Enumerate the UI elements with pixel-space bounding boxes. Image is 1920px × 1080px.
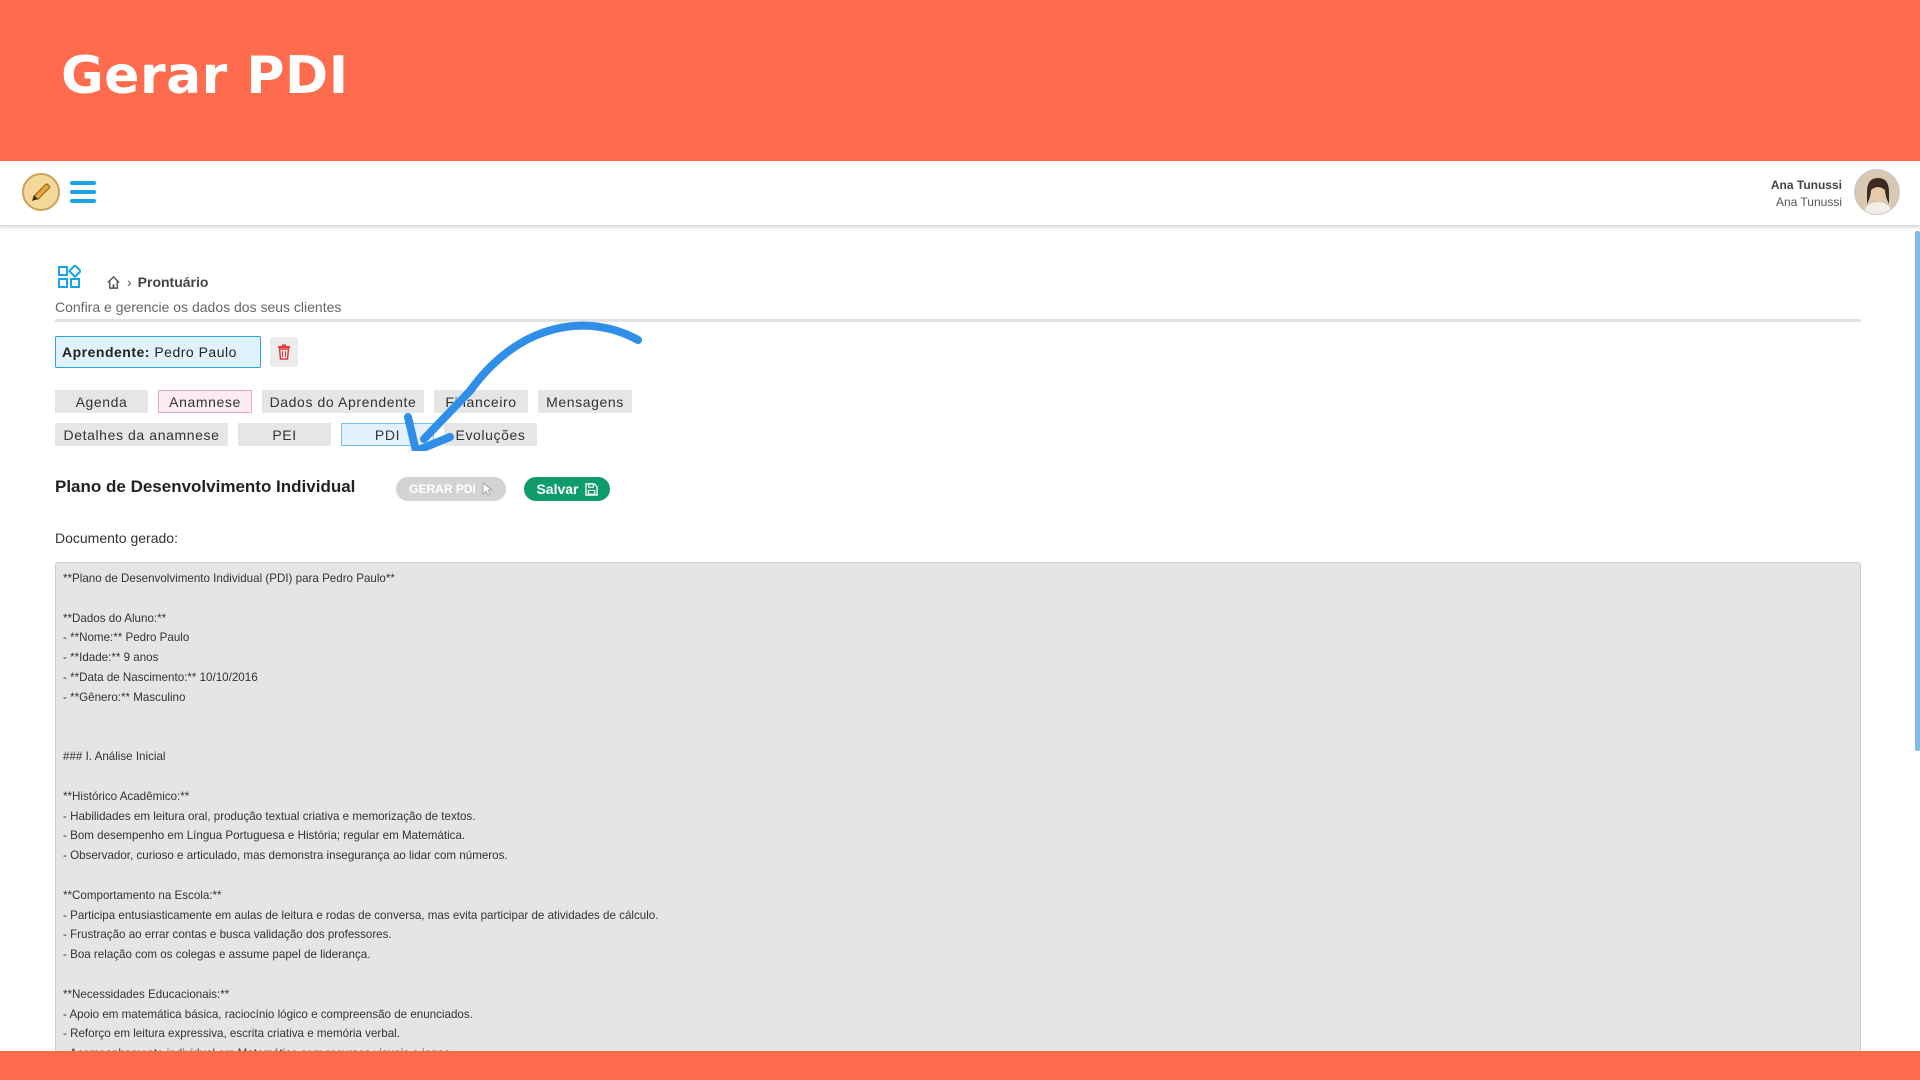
learner-selector[interactable]: Aprendente: Pedro Paulo <box>55 336 261 368</box>
tab-detalhes-da-anamnese[interactable]: Detalhes da anamnese <box>55 423 228 446</box>
user-info[interactable]: Ana Tunussi Ana Tunussi <box>1771 177 1842 211</box>
generated-document-text: **Plano de Desenvolvimento Individual (P… <box>63 572 659 1051</box>
page-subtitle: Confira e gerencie os dados dos seus cli… <box>55 299 342 315</box>
tab-pdi[interactable]: PDI <box>341 423 434 446</box>
top-bar: Ana Tunussi Ana Tunussi <box>0 161 1920 226</box>
breadcrumb-current: Prontuário <box>137 274 209 290</box>
learner-name: Pedro Paulo <box>154 344 237 360</box>
cursor-pointer-icon <box>482 482 493 496</box>
divider <box>55 319 1861 322</box>
breadcrumb: › Prontuário <box>106 274 208 290</box>
chevron-right-icon: › <box>127 274 132 290</box>
bottom-bar <box>0 1051 1920 1080</box>
tab-pei[interactable]: PEI <box>238 423 331 446</box>
generate-pdi-label: GERAR PDI <box>409 482 476 496</box>
user-name: Ana Tunussi <box>1770 178 1842 192</box>
tab-mensagens[interactable]: Mensagens <box>538 390 632 413</box>
home-icon[interactable] <box>106 275 121 290</box>
generated-document-textarea[interactable]: **Plano de Desenvolvimento Individual (P… <box>55 562 1861 1051</box>
save-button[interactable]: Salvar <box>524 477 610 501</box>
delete-learner-button[interactable] <box>270 337 298 367</box>
banner: Gerar PDI <box>0 0 1920 161</box>
generate-pdi-button[interactable]: GERAR PDI <box>396 477 506 501</box>
tab-evolucoes[interactable]: Evoluções <box>444 423 537 446</box>
pencil-icon <box>32 183 51 201</box>
banner-title: Gerar PDI <box>61 46 349 106</box>
tab-agenda[interactable]: Agenda <box>55 390 148 413</box>
document-label: Documento gerado: <box>55 530 178 546</box>
scrollbar[interactable] <box>1915 231 1920 751</box>
learner-label: Aprendente: <box>62 344 150 360</box>
section-title: Plano de Desenvolvimento Individual <box>55 477 356 496</box>
trash-icon <box>278 344 290 360</box>
user-role: Ana Tunussi <box>1775 195 1842 209</box>
app-logo[interactable] <box>22 173 60 211</box>
floppy-disk-icon <box>584 482 598 496</box>
avatar-image <box>1855 170 1899 214</box>
tab-financeiro[interactable]: Financeiro <box>434 390 528 413</box>
save-label: Salvar <box>536 481 579 497</box>
app-window: Ana Tunussi Ana Tunussi › Prontuário Con… <box>0 161 1920 1051</box>
avatar[interactable] <box>1854 169 1900 215</box>
tab-anamnese[interactable]: Anamnese <box>158 390 252 413</box>
dashboard-grid-icon <box>58 265 81 288</box>
tab-dados-do-aprendente[interactable]: Dados do Aprendente <box>262 390 424 413</box>
hamburger-menu-icon[interactable] <box>70 181 96 203</box>
